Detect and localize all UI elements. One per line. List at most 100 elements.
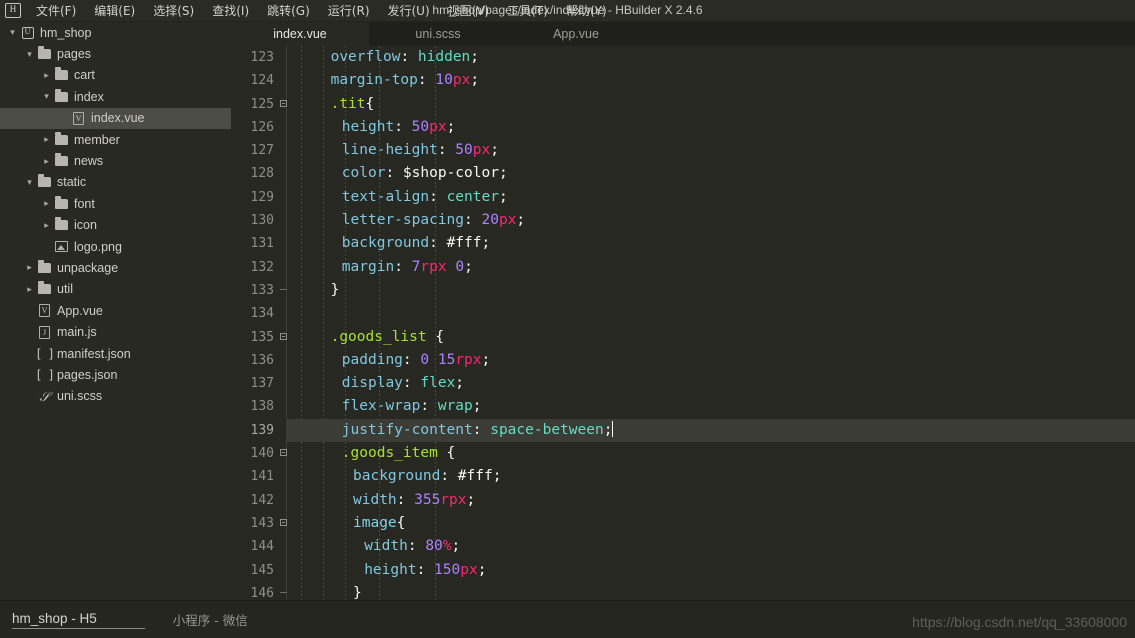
menu-item-6[interactable]: 发行(U) [379,0,439,22]
code-line-132[interactable]: 132 margin: 7rpx 0; [231,256,1135,279]
tree-item-label: static [57,175,87,190]
chevron-right-icon[interactable] [40,71,53,80]
tree-item-util[interactable]: util [0,279,231,300]
code-line-138[interactable]: 138 flex-wrap: wrap; [231,395,1135,418]
menu-item-9[interactable]: 帮助(Y) [557,0,616,22]
tree-item-label: hm_shop [40,25,92,40]
tree-item-font[interactable]: font [0,193,231,214]
code-line-137[interactable]: 137 display: flex; [231,372,1135,395]
tree-item-label: uni.scss [57,389,103,404]
tree-item-label: pages [57,47,92,62]
code-line-143[interactable]: 143 image{ [231,512,1135,535]
project-explorer[interactable]: hm_shoppages cart index index.vue member news… [0,22,231,600]
menu-item-7[interactable]: 视图(V) [439,0,499,22]
code-editor[interactable]: 123 overflow: hidden; 124 margin-top: 10px;… [231,46,1135,600]
chevron-down-icon[interactable] [23,178,36,187]
tree-item-pages-json[interactable]: [ ] pages.json [0,364,231,385]
chevron-right-icon[interactable] [40,199,53,208]
code-line-133[interactable]: 133} [231,279,1135,302]
menu-item-3[interactable]: 查找(I) [203,0,258,22]
tree-item-static[interactable]: static [0,172,231,193]
code-line-text: } [353,584,362,600]
line-number: 134 [250,306,274,322]
tree-item-app-vue[interactable]: App.vue [0,300,231,321]
status-alt-target[interactable]: 小程序 - 微信 [173,610,248,629]
tree-item-unpackage[interactable]: unpackage [0,257,231,278]
line-number: 138 [250,399,274,415]
code-line-139[interactable]: 139 justify-content: space-between; [231,418,1135,443]
tree-item-index-vue[interactable]: index.vue [0,107,231,129]
chevron-right-icon[interactable] [23,285,36,294]
chevron-down-icon[interactable] [40,92,53,101]
tree-item-label: icon [74,218,97,233]
fold-toggle-icon[interactable] [277,93,289,116]
json-file-icon: [ ] [35,367,55,382]
tree-item-index[interactable]: index [0,86,231,107]
chevron-right-icon[interactable] [40,135,53,144]
menu-item-8[interactable]: 工具(T) [498,0,557,22]
code-line-135[interactable]: 135 .goods_list { [231,326,1135,349]
tab-index-vue[interactable]: index.vue [231,22,369,46]
line-number: 123 [250,50,274,65]
code-line-123[interactable]: 123 overflow: hidden; [231,46,1135,69]
code-line-127[interactable]: 127 line-height: 50px; [231,139,1135,162]
tree-item-icon[interactable]: icon [0,215,231,236]
menu-item-1[interactable]: 编辑(E) [85,0,144,22]
tree-item-cart[interactable]: cart [0,65,231,86]
tree-item-manifest-json[interactable]: [ ] manifest.json [0,343,231,364]
tree-item-label: App.vue [57,303,103,318]
code-line-129[interactable]: 129 text-align: center; [231,186,1135,209]
code-line-141[interactable]: 141 background: #fff; [231,465,1135,488]
code-line-130[interactable]: 130 letter-spacing: 20px; [231,209,1135,232]
tab-label: index.vue [273,27,327,41]
code-line-128[interactable]: 128 color: $shop-color; [231,162,1135,185]
chevron-down-icon[interactable] [6,28,19,37]
line-number: 143 [250,515,274,531]
tree-item-label: pages.json [57,367,118,382]
code-lines: 123 overflow: hidden; 124 margin-top: 10px;… [231,46,1135,600]
folder-icon [53,67,70,81]
line-number: 128 [250,166,274,182]
code-line-text: flex-wrap: wrap; [341,398,482,415]
tree-item-label: member [74,132,120,147]
tree-item-main-js[interactable]: main.js [0,321,231,342]
fold-toggle-icon[interactable] [277,326,289,349]
menu-item-2[interactable]: 选择(S) [144,0,203,22]
tree-item-member[interactable]: member [0,129,231,150]
menu-item-4[interactable]: 跳转(G) [258,0,319,22]
chevron-right-icon[interactable] [40,157,53,166]
code-line-125[interactable]: 125 .tit{ [231,93,1135,116]
code-line-131[interactable]: 131 background: #fff; [231,232,1135,255]
line-number: 146 [250,585,274,600]
code-line-142[interactable]: 142 width: 355rpx; [231,489,1135,512]
folder-icon [36,174,53,188]
code-line-140[interactable]: 140 .goods_item { [231,442,1135,465]
code-line-124[interactable]: 124 margin-top: 10px; [231,69,1135,92]
chevron-right-icon[interactable] [40,221,53,230]
code-line-text: background: #fff; [353,468,502,485]
code-line-134[interactable]: 134 [231,302,1135,325]
tree-item-uni-scss[interactable]: 𝒮uni.scss [0,386,231,407]
tree-item-news[interactable]: news [0,150,231,171]
menu-item-0[interactable]: 文件(F) [27,0,85,22]
code-line-146[interactable]: 146} [231,582,1135,600]
tree-item-hm-shop[interactable]: hm_shop [0,22,231,43]
code-line-144[interactable]: 144 width: 80%; [231,535,1135,558]
status-project-target[interactable]: hm_shop - H5 [12,611,145,629]
menu-item-5[interactable]: 运行(R) [319,0,379,22]
code-line-126[interactable]: 126 height: 50px; [231,116,1135,139]
chevron-right-icon[interactable] [23,263,36,272]
scss-file-icon: 𝒮 [39,388,50,404]
code-line-text: .goods_item { [341,445,456,462]
tab-uni-scss[interactable]: uni.scss [369,22,507,46]
code-line-145[interactable]: 145 height: 150px; [231,559,1135,582]
chevron-down-icon[interactable] [23,50,36,59]
image-file-icon [53,241,70,253]
fold-toggle-icon[interactable] [277,442,289,465]
tab-app-vue[interactable]: App.vue [507,22,645,46]
code-line-136[interactable]: 136 padding: 0 15rpx; [231,349,1135,372]
tree-item-logo-png[interactable]: logo.png [0,236,231,257]
line-number: 130 [250,213,274,229]
fold-toggle-icon[interactable] [277,512,289,535]
tree-item-pages[interactable]: pages [0,43,231,64]
